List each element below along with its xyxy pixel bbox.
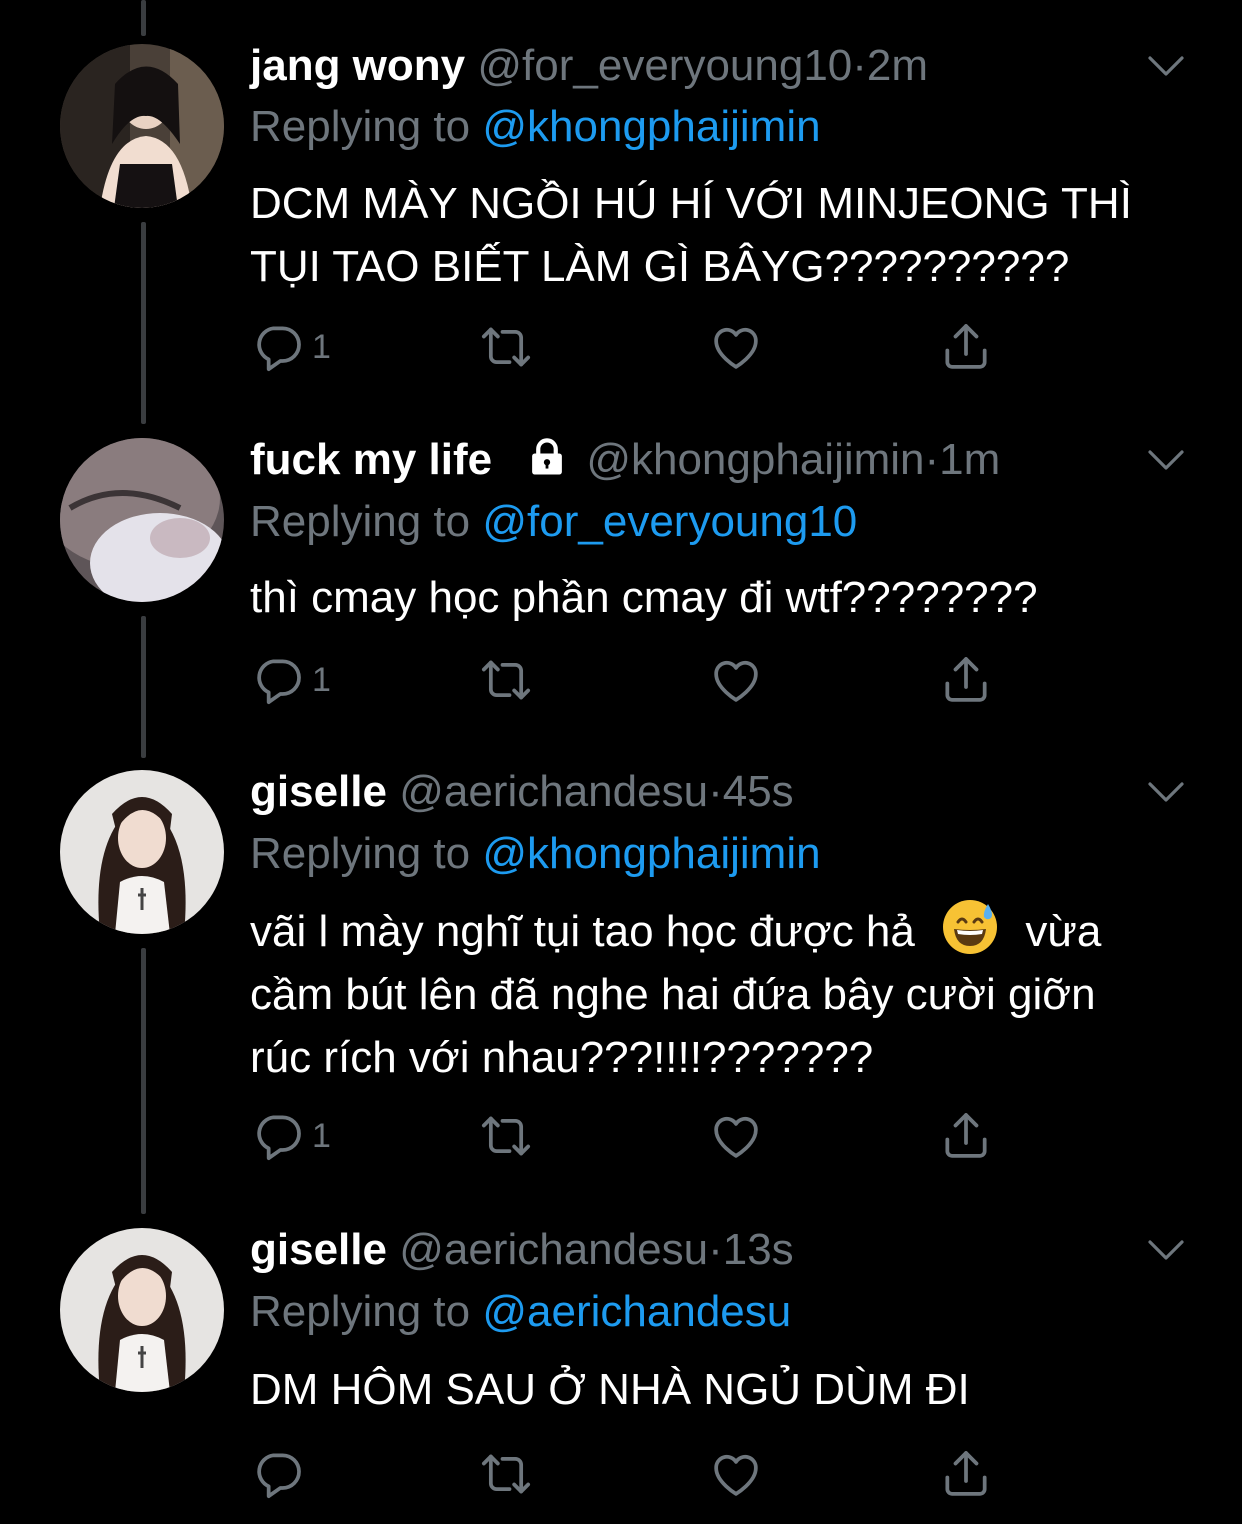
timestamp[interactable]: 13s: [723, 1225, 794, 1274]
reply-icon: [250, 1108, 306, 1164]
reply-icon: [250, 1446, 306, 1502]
action-bar: 1: [250, 317, 1010, 377]
like-icon: [708, 319, 764, 375]
retweet-icon: [478, 1446, 534, 1502]
like-button[interactable]: [708, 1444, 764, 1504]
replying-to: Replying to @aerichandesu: [250, 1286, 791, 1338]
replying-prefix: Replying to: [250, 102, 471, 151]
retweet-button[interactable]: [478, 1444, 534, 1504]
retweet-icon: [478, 1108, 534, 1164]
tweet-text-line: rúc rích với nhau???!!!!???????: [250, 1033, 874, 1082]
share-button[interactable]: [938, 1106, 994, 1166]
tweet-text-line: DCM MÀY NGỒI HÚ HÍ VỚI MINJEONG THÌ: [250, 179, 1132, 228]
separator-dot: ·: [924, 435, 940, 484]
timestamp[interactable]: 1m: [939, 435, 1000, 484]
tweet-text-line: DM HÔM SAU Ở NHÀ NGỦ DÙM ĐI: [250, 1365, 970, 1414]
tweet-text: vãi l mày nghĩ tụi tao học được hả vừa c…: [250, 898, 1210, 1089]
tweet-text-segment: vãi l mày nghĩ tụi tao học được hả: [250, 907, 915, 956]
tweet-header: giselle @aerichandesu·45s: [250, 766, 794, 818]
separator-dot: ·: [708, 1225, 723, 1274]
tweet-text-line: TỤI TAO BIẾT LÀM GÌ BÂYG??????????: [250, 242, 1070, 291]
action-bar: [250, 1444, 1010, 1504]
replying-prefix: Replying to: [250, 1287, 471, 1336]
chevron-down-icon[interactable]: [1146, 448, 1186, 472]
like-button[interactable]: [708, 1106, 764, 1166]
replying-to: Replying to @khongphaijimin: [250, 101, 821, 153]
tweet-text-line: thì cmay học phần cmay đi wtf????????: [250, 573, 1038, 622]
action-bar: 1: [250, 1106, 1010, 1166]
tweet[interactable]: fuck my life @khongphaijimin·1m Replying…: [0, 420, 1242, 750]
retweet-button[interactable]: [478, 1106, 534, 1166]
reply-button[interactable]: 1: [250, 317, 331, 377]
like-button[interactable]: [708, 317, 764, 377]
tweet-text-line: vãi l mày nghĩ tụi tao học được hả vừa: [250, 898, 1210, 963]
reply-button[interactable]: 1: [250, 1106, 331, 1166]
like-icon: [708, 652, 764, 708]
tweet[interactable]: giselle @aerichandesu·13s Replying to @a…: [0, 1208, 1242, 1524]
reply-count: 1: [312, 327, 331, 366]
tweet-text: thì cmay học phần cmay đi wtf????????: [250, 566, 1210, 629]
tweet-text-segment: vừa: [1025, 907, 1102, 956]
mention-link[interactable]: @khongphaijimin: [482, 102, 820, 151]
like-icon: [708, 1446, 764, 1502]
chevron-down-icon[interactable]: [1146, 54, 1186, 78]
avatar[interactable]: [60, 1228, 224, 1392]
display-name[interactable]: fuck my life: [250, 435, 492, 484]
tweet-header: giselle @aerichandesu·13s: [250, 1224, 794, 1276]
mention-link[interactable]: @for_everyoung10: [482, 497, 857, 546]
reply-button[interactable]: 1: [250, 650, 331, 710]
replying-prefix: Replying to: [250, 497, 471, 546]
replying-to: Replying to @khongphaijimin: [250, 828, 821, 880]
replying-to: Replying to @for_everyoung10: [250, 496, 857, 548]
reply-icon: [250, 319, 306, 375]
share-icon: [938, 319, 994, 375]
chevron-down-icon[interactable]: [1146, 1238, 1186, 1262]
tweet-header: fuck my life @khongphaijimin·1m: [250, 434, 1000, 486]
tweet[interactable]: jang wony @for_everyoung10·2m Replying t…: [0, 0, 1242, 420]
retweet-icon: [478, 652, 534, 708]
separator-dot: ·: [708, 767, 723, 816]
chevron-down-icon[interactable]: [1146, 780, 1186, 804]
reply-count: 1: [312, 1116, 331, 1155]
user-handle[interactable]: @aerichandesu: [399, 1225, 708, 1274]
avatar[interactable]: [60, 44, 224, 208]
user-handle[interactable]: @for_everyoung10: [477, 41, 852, 90]
share-icon: [938, 1446, 994, 1502]
tweet-text-line: cầm bút lên đã nghe hai đứa bây cười giỡ…: [250, 970, 1096, 1019]
replying-prefix: Replying to: [250, 829, 471, 878]
tweet[interactable]: giselle @aerichandesu·45s Replying to @k…: [0, 750, 1242, 1208]
share-button[interactable]: [938, 317, 994, 377]
avatar[interactable]: [60, 770, 224, 934]
timestamp[interactable]: 45s: [723, 767, 794, 816]
display-name[interactable]: giselle: [250, 767, 387, 816]
mention-link[interactable]: @aerichandesu: [482, 1287, 791, 1336]
separator-dot: ·: [852, 41, 867, 90]
action-bar: 1: [250, 650, 1010, 710]
retweet-button[interactable]: [478, 317, 534, 377]
lock-icon: [532, 438, 563, 475]
timestamp[interactable]: 2m: [867, 41, 928, 90]
display-name[interactable]: jang wony: [250, 41, 465, 90]
like-icon: [708, 1108, 764, 1164]
like-button[interactable]: [708, 650, 764, 710]
reply-icon: [250, 652, 306, 708]
tweet-header: jang wony @for_everyoung10·2m: [250, 40, 928, 92]
mention-link[interactable]: @khongphaijimin: [482, 829, 820, 878]
retweet-icon: [478, 319, 534, 375]
reply-count: 1: [312, 660, 331, 699]
display-name[interactable]: giselle: [250, 1225, 387, 1274]
grinning-face-with-sweat-emoji: [943, 900, 998, 954]
tweet-text: DCM MÀY NGỒI HÚ HÍ VỚI MINJEONG THÌ TỤI …: [250, 172, 1210, 298]
tweet-text: DM HÔM SAU Ở NHÀ NGỦ DÙM ĐI: [250, 1358, 1210, 1421]
share-icon: [938, 652, 994, 708]
avatar[interactable]: [60, 438, 224, 602]
user-handle[interactable]: @khongphaijimin: [586, 435, 924, 484]
share-button[interactable]: [938, 650, 994, 710]
share-icon: [938, 1108, 994, 1164]
user-handle[interactable]: @aerichandesu: [399, 767, 708, 816]
share-button[interactable]: [938, 1444, 994, 1504]
reply-button[interactable]: [250, 1444, 312, 1504]
retweet-button[interactable]: [478, 650, 534, 710]
